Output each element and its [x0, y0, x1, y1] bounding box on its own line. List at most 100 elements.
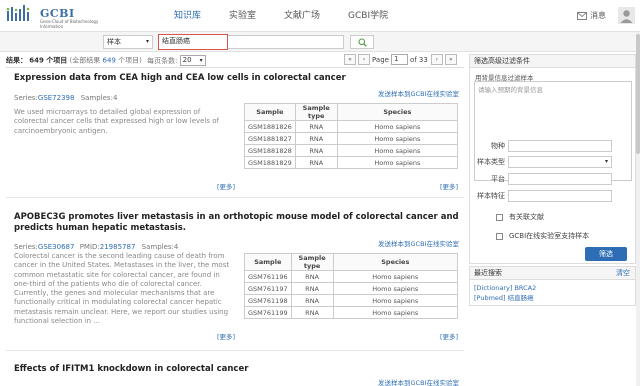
sample-type-select[interactable]: ▾ [508, 156, 612, 168]
gcbi-logo[interactable]: GCBI Gene-Cloud of Biotechnology Informa… [6, 4, 116, 29]
send-to-lab-link[interactable]: 发送样本到GCBI在线实验室 [378, 88, 459, 98]
divider [6, 67, 464, 68]
sample-type: RNA [294, 144, 338, 157]
has-literature-checkbox[interactable]: 有关联文献 [496, 212, 544, 222]
recent-title: 最近搜索 [474, 269, 502, 277]
nav-knowledge-base[interactable]: 知识库 [160, 0, 215, 32]
per-page-select[interactable]: 20 ▾ [179, 55, 206, 66]
table-row: GSM761199 RNA Homo sapiens [244, 306, 459, 319]
search-type-select[interactable]: 样本 ▾ [103, 35, 153, 49]
sample-id[interactable]: GSM1881828 [244, 144, 296, 157]
nav-gcbi-academy[interactable]: GCBI学院 [334, 0, 402, 32]
nav-literature-square[interactable]: 文献广场 [270, 0, 334, 32]
page-total: of 33 [409, 55, 428, 64]
series-id-link[interactable]: GSE72398 [38, 94, 75, 102]
result-title[interactable]: Effects of IFITM1 knockdown in colorecta… [14, 364, 460, 375]
series-label: Series: [14, 243, 38, 251]
messages-label: 消息 [590, 11, 606, 20]
more-link[interactable]: [更多] [217, 181, 235, 191]
page-scrollbar[interactable] [636, 32, 640, 386]
checkbox-box[interactable] [496, 232, 503, 240]
search-input[interactable]: 结直肠癌 [158, 34, 228, 50]
user-avatar-icon[interactable] [618, 7, 635, 24]
per-page-value: 20 [182, 56, 192, 64]
column-header: Sample [244, 253, 292, 271]
page-input[interactable]: 1 [390, 54, 408, 65]
result-item: APOBEC3G promotes liver metastasis in an… [14, 212, 464, 234]
column-header: Sample type [294, 103, 338, 121]
scrollbar-thumb[interactable] [636, 34, 640, 154]
samples-table: Sample Sample type Species GSM1881826 RN… [244, 103, 459, 169]
filter-button[interactable]: 筛选 [585, 247, 627, 261]
sample-id[interactable]: GSM761196 [244, 270, 292, 283]
prev-page-button[interactable]: ‹ [358, 54, 370, 65]
result-title[interactable]: APOBEC3G promotes liver metastasis in an… [14, 212, 464, 234]
send-to-lab-link[interactable]: 发送样本到GCBI在线实验室 [378, 238, 459, 248]
results-count: 649 个项目 [29, 56, 68, 65]
send-to-lab-link[interactable]: 发送样本到GCBI在线实验室 [378, 377, 459, 386]
clear-recent-button[interactable]: 清空 [616, 267, 630, 280]
sample-type: RNA [290, 270, 334, 283]
table-row: GSM1881826 RNA Homo sapiens [244, 120, 459, 133]
pmid-link[interactable]: 21985787 [100, 243, 136, 251]
sample-id[interactable]: GSM1881826 [244, 120, 296, 133]
sample-type: RNA [290, 306, 334, 319]
result-item: Expression data from CEA high and CEA lo… [14, 73, 460, 84]
recent-search-item[interactable]: [Dictionary] BRCA2 [470, 283, 635, 293]
search-icon [358, 38, 367, 47]
sample-id[interactable]: GSM761198 [244, 294, 292, 307]
next-page-button[interactable]: › [430, 54, 443, 65]
species: Homo sapiens [336, 144, 459, 157]
lab-supported-checkbox[interactable]: GCBI在线实验室支持样本 [496, 231, 589, 241]
search-type-value: 样本 [107, 38, 121, 46]
filter-panel: 筛选高级过滤条件 用背景信息过滤样本 请输入预期的背景信息 物种 样本类型 ▾ … [469, 54, 636, 264]
nav-laboratory[interactable]: 实验室 [215, 0, 270, 32]
sample-id[interactable]: GSM761197 [244, 282, 292, 295]
samples-count: Samples:4 [80, 94, 118, 102]
samples-table: Sample Sample type Species GSM761196 RNA… [244, 253, 459, 319]
more-link[interactable]: [更多] [217, 331, 235, 341]
checkbox-box[interactable] [496, 213, 503, 221]
pagination: « ‹ Page 1 of 33 › » [344, 54, 459, 65]
species-label: 物种 [491, 142, 505, 150]
messages-link[interactable]: 消息 [577, 10, 606, 21]
characteristics-input[interactable] [508, 190, 612, 202]
mail-icon [577, 11, 587, 20]
column-header: Sample [244, 103, 296, 121]
series-id-link[interactable]: GSE30687 [38, 243, 75, 251]
chevron-down-icon: ▾ [604, 158, 608, 165]
sample-id[interactable]: GSM761199 [244, 306, 292, 319]
species: Homo sapiens [332, 306, 459, 319]
filter-panel-title: 筛选高级过滤条件 [470, 55, 635, 68]
result-description: Colorectal cancer is the second leading … [14, 252, 230, 326]
result-title[interactable]: Expression data from CEA high and CEA lo… [14, 73, 460, 84]
species-input[interactable] [508, 140, 612, 152]
recent-searches-title: 最近搜索 清空 [470, 267, 635, 280]
last-page-button[interactable]: » [444, 54, 457, 65]
page-label: Page [372, 55, 389, 64]
table-row: GSM1881827 RNA Homo sapiens [244, 132, 459, 145]
sample-id[interactable]: GSM1881827 [244, 132, 296, 145]
result-item: Effects of IFITM1 knockdown in colorecta… [14, 364, 460, 375]
search-button[interactable] [350, 35, 374, 49]
sample-type: RNA [290, 282, 334, 295]
checkbox-label: GCBI在线实验室支持样本 [509, 232, 590, 240]
divider [6, 197, 464, 198]
platform-input[interactable] [508, 173, 612, 185]
first-page-button[interactable]: « [344, 54, 356, 65]
more-link[interactable]: [更多] [440, 331, 458, 341]
search-bar: 样本 ▾ 结直肠癌 [0, 32, 640, 52]
recent-search-item[interactable]: [Pubmed] 结直肠癌 [470, 293, 635, 303]
species: Homo sapiens [332, 270, 459, 283]
sample-id[interactable]: GSM1881829 [244, 156, 296, 169]
column-header: Sample type [290, 253, 334, 271]
species: Homo sapiens [332, 294, 459, 307]
main-nav: 知识库 实验室 文献广场 GCBI学院 [160, 0, 402, 32]
search-input-extension[interactable] [228, 35, 344, 49]
species: Homo sapiens [332, 282, 459, 295]
total-note-prefix: (全部结果 [69, 56, 101, 65]
filter-row-platform: 平台 [470, 172, 637, 186]
table-row: GSM761196 RNA Homo sapiens [244, 270, 459, 283]
chevron-down-icon: ▾ [145, 38, 149, 45]
more-link[interactable]: [更多] [440, 181, 458, 191]
